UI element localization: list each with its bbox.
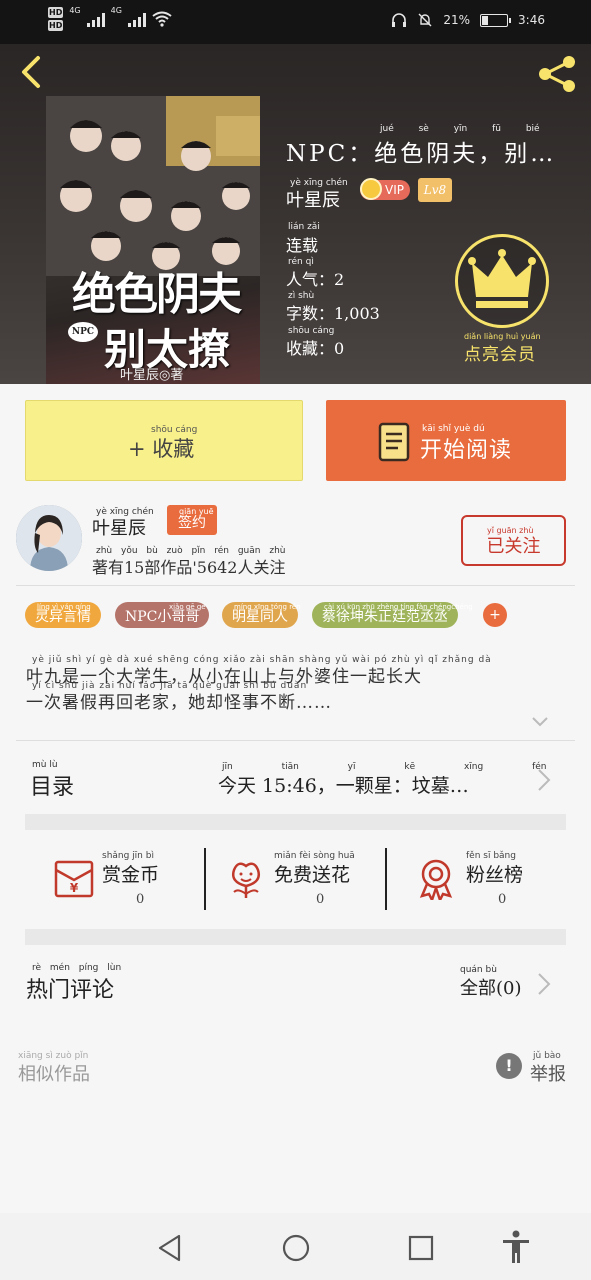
tag-0-pinyin: líng yì yán qíng	[37, 603, 91, 611]
vertical-divider	[385, 848, 387, 910]
chevron-right-icon[interactable]	[536, 971, 552, 997]
reward-fans-label: 粉丝榜	[466, 864, 524, 886]
reward-fans-count: 0	[498, 892, 507, 907]
tag-3[interactable]: cài xú kūn zhū zhèng tíng fàn chéngchéng…	[312, 602, 473, 628]
tag-0[interactable]: líng yì yán qíng 灵异言情	[25, 602, 101, 628]
hot-comments-label: 热门评论	[26, 978, 115, 1003]
status-pinyin: lián zǎi	[288, 222, 320, 232]
report-button[interactable]: 举报	[530, 1060, 566, 1086]
vip-crown-icon	[360, 178, 382, 200]
system-nav-bar	[0, 1213, 591, 1280]
title-pinyin: jué sè yīn fū bié	[380, 124, 540, 134]
tag-2-pinyin: míng xīng tóng rén	[234, 603, 301, 611]
collect-label: + 收藏	[128, 437, 195, 461]
headphones-icon	[392, 13, 407, 27]
back-nav-icon[interactable]	[155, 1233, 185, 1263]
reward-coins-count: 0	[136, 892, 145, 907]
reward-flowers-count: 0	[316, 892, 325, 907]
signal-icon-2	[127, 11, 146, 27]
crown-icon	[468, 249, 536, 308]
vertical-divider	[204, 848, 206, 910]
book-icon	[378, 422, 410, 462]
similar-works-label: 相似作品	[18, 1064, 90, 1085]
cover-author: 叶星辰◎著	[120, 368, 184, 383]
tag-1[interactable]: xiǎo gē ge NPC小哥哥	[115, 602, 210, 628]
hd-indicator: HD HD	[48, 7, 64, 31]
serial-status: 连载	[286, 236, 319, 255]
tag-1-pinyin: xiǎo gē ge	[169, 603, 206, 611]
cover-title-line1: 绝色阴夫	[72, 269, 242, 320]
word-count: 字数：1,003	[286, 304, 380, 323]
collect-button[interactable]: shōu cáng + 收藏	[25, 400, 303, 481]
tag-3-pinyin: cài xú kūn zhū zhèng tíng fàn chéngchéng	[324, 603, 473, 611]
divider	[16, 740, 575, 741]
mute-bell-icon	[418, 13, 432, 27]
favorites-count: 收藏：0	[286, 339, 345, 358]
vip-crown-button[interactable]	[455, 234, 549, 328]
signed-pinyin: qiān yuē	[179, 507, 214, 516]
tag-1-label: NPC小哥哥	[125, 609, 200, 625]
tag-2[interactable]: míng xīng tóng rén 明星同人	[222, 602, 301, 628]
read-label: 开始阅读	[420, 438, 513, 463]
latest-chapter[interactable]: 今天 15:46，一颗星：坟墓…	[218, 771, 469, 798]
all-comments-link[interactable]: 全部(0)	[460, 974, 522, 1000]
reward-flowers[interactable]: miǎn fèi sòng huā 免费送花 0	[224, 848, 374, 912]
tag-3-label: 蔡徐坤朱正廷范丞丞	[322, 609, 448, 625]
follow-pinyin: yǐ guān zhù	[487, 526, 534, 535]
share-icon[interactable]	[535, 54, 579, 94]
catalog-label[interactable]: 目录	[30, 769, 74, 801]
synopsis-line2: 一次暑假再回老家，她却怪事不断……	[26, 693, 332, 713]
level-badge: Lv8	[418, 178, 452, 202]
author-avatar[interactable]	[16, 505, 82, 571]
back-arrow-icon[interactable]	[16, 54, 46, 90]
battery-icon	[480, 13, 512, 27]
tag-2-label: 明星同人	[232, 609, 288, 625]
add-tag-button[interactable]: +	[483, 603, 507, 627]
author-stats: 著有15部作品'5642人关注	[92, 558, 286, 577]
signal-icon	[86, 11, 105, 27]
reward-fans[interactable]: fěn sī bǎng 粉丝榜 0	[416, 848, 556, 912]
start-reading-button[interactable]: kāi shǐ yuè dú 开始阅读	[326, 400, 566, 481]
cover-npc-badge: NPC	[68, 322, 98, 342]
avatar-image	[16, 505, 82, 571]
report-icon[interactable]: !	[496, 1053, 522, 1079]
section-separator	[25, 814, 566, 830]
clock: 3:46	[518, 13, 545, 27]
synopsis[interactable]: 叶九是一个大学生，从小在山上与外婆住一起长大 一次暑假再回老家，她却怪事不断……	[26, 664, 556, 716]
chevron-right-icon[interactable]	[536, 767, 552, 793]
accessibility-icon[interactable]	[500, 1230, 532, 1264]
wifi-icon	[152, 11, 172, 27]
section-separator	[25, 929, 566, 945]
tag-0-label: 灵异言情	[35, 609, 91, 625]
reward-coins-label: 赏金币	[102, 864, 160, 886]
cover-artwork	[46, 96, 260, 276]
book-cover[interactable]: 绝色阴夫 NPC 别太撩 叶星辰◎著	[46, 96, 260, 384]
book-header: 绝色阴夫 NPC 别太撩 叶星辰◎著 jué sè yīn fū bié NPC…	[0, 44, 591, 384]
medal-icon	[419, 859, 453, 900]
reward-coins[interactable]: ¥ shǎng jīn bì 赏金币 0	[52, 848, 192, 912]
network-type-1: 4G	[69, 6, 81, 15]
popularity: 人气：2	[286, 270, 345, 289]
author-card-name[interactable]: 叶星辰	[92, 514, 146, 540]
book-title: NPC：绝色阴夫，别…	[286, 141, 557, 167]
book-author[interactable]: 叶星辰	[286, 186, 340, 212]
reward-flowers-label: 免费送花	[274, 864, 351, 886]
chevron-down-icon[interactable]	[530, 712, 550, 732]
vip-button-label[interactable]: 点亮会员	[464, 340, 536, 365]
flower-icon	[232, 862, 260, 898]
follow-button[interactable]: 已关注	[461, 515, 566, 566]
home-nav-icon[interactable]	[281, 1233, 311, 1263]
battery-percent: 21%	[443, 13, 471, 27]
red-envelope-icon: ¥	[54, 860, 94, 898]
divider	[16, 585, 575, 586]
recents-nav-icon[interactable]	[406, 1233, 436, 1263]
network-type-2: 4G	[110, 6, 122, 15]
synopsis-line1: 叶九是一个大学生，从小在山上与外婆住一起长大	[26, 667, 422, 687]
svg-text:¥: ¥	[70, 881, 79, 895]
status-bar: HD HD 4G 4G 21% 3:46	[0, 0, 591, 44]
